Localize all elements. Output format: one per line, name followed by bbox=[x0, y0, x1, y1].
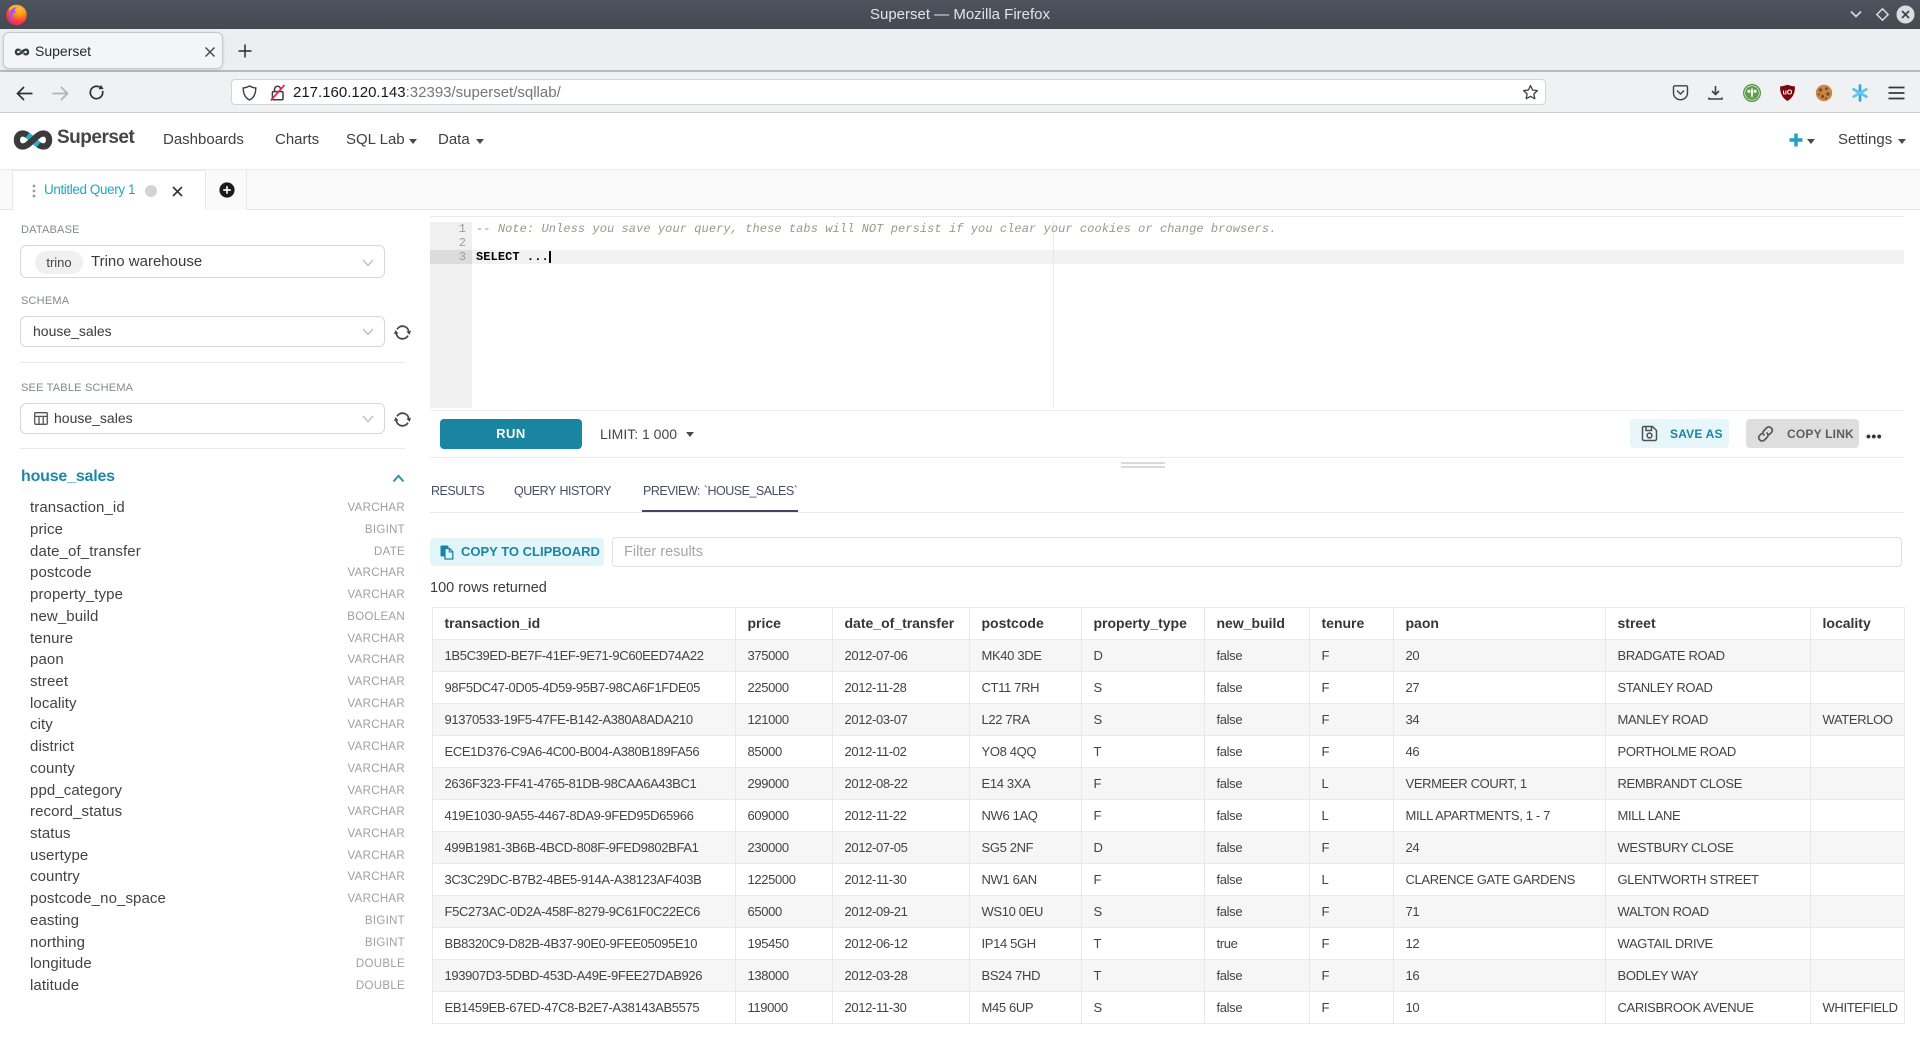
svg-text:uO: uO bbox=[1783, 90, 1793, 97]
